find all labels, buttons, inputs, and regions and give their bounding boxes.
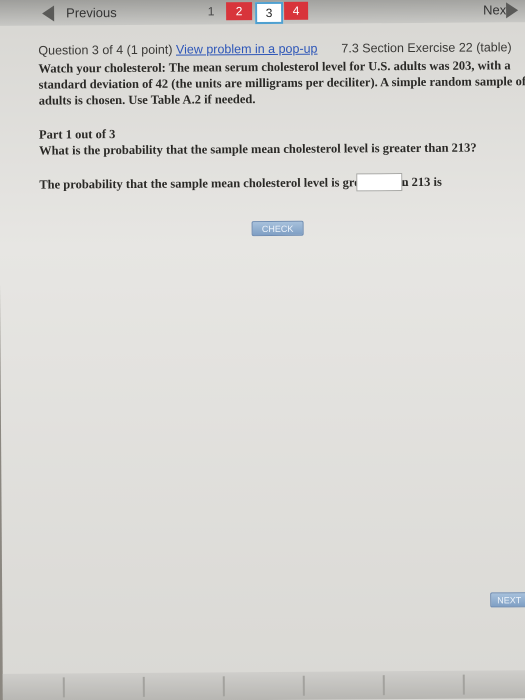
taskbar-divider (302, 675, 305, 696)
page-1-button[interactable]: 1 (203, 2, 219, 20)
answer-suffix: . (403, 175, 407, 190)
monitor-screen: Previous 1 2 3 4 Next Question 3 of 4 (1… (0, 0, 525, 700)
photo-background: Previous 1 2 3 4 Next Question 3 of 4 (1… (0, 0, 525, 700)
previous-arrow-icon[interactable] (42, 5, 55, 22)
taskbar-divider (142, 676, 145, 697)
taskbar (2, 670, 525, 700)
previous-button[interactable]: Previous (66, 1, 117, 23)
page-4-button[interactable]: 4 (284, 1, 309, 20)
check-button[interactable]: CHECK (251, 220, 304, 237)
question-header: Question 3 of 4 (1 point) View problem i… (38, 42, 317, 58)
next-part-button[interactable]: NEXT (490, 592, 525, 608)
page-2-button[interactable]: 2 (226, 2, 253, 21)
taskbar-divider (462, 674, 465, 695)
part-question: What is the probability that the sample … (39, 140, 477, 158)
section-label: 7.3 Section Exercise 22 (table) (341, 40, 512, 56)
question-number-label: Question 3 of 4 (1 point) (38, 42, 173, 58)
taskbar-divider (222, 676, 225, 697)
problem-text-line-2: standard deviation of 42 (the units are … (38, 74, 525, 92)
page-3-button-current[interactable]: 3 (255, 1, 284, 25)
problem-text-line-3: adults is chosen. Use Table A.2 if neede… (38, 92, 256, 108)
part-label: Part 1 out of 3 (38, 127, 116, 142)
popup-link[interactable]: View problem in a pop-up (176, 42, 318, 57)
answer-input[interactable] (356, 173, 403, 192)
taskbar-divider (382, 675, 385, 696)
question-navigation-bar: Previous 1 2 3 4 Next (0, 0, 525, 26)
next-arrow-icon[interactable] (506, 2, 519, 19)
taskbar-divider (62, 677, 65, 698)
